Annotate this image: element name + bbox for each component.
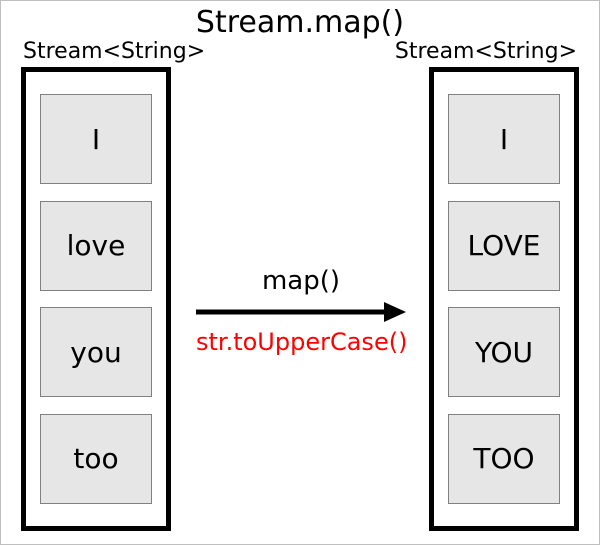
input-stream-box: I love you too [21,67,171,531]
output-stream-item: I [448,94,560,184]
input-stream-item: you [40,307,152,397]
mapper-function-label: str.toUpperCase() [196,328,406,356]
output-stream-item: YOU [448,307,560,397]
input-stream-item: too [40,414,152,504]
input-stream-item: I [40,94,152,184]
arrow-icon [196,298,406,326]
map-operation: map() str.toUpperCase() [196,266,406,356]
output-stream-item: LOVE [448,201,560,291]
output-stream-type-label: Stream<String> [395,39,577,64]
output-stream-item: TOO [448,414,560,504]
diagram-frame: Stream.map() Stream<String> Stream<Strin… [0,0,600,545]
input-stream-type-label: Stream<String> [23,39,205,64]
diagram-title: Stream.map() [1,5,599,40]
input-stream-item: love [40,201,152,291]
map-method-label: map() [196,266,406,296]
output-stream-box: I LOVE YOU TOO [429,67,579,531]
